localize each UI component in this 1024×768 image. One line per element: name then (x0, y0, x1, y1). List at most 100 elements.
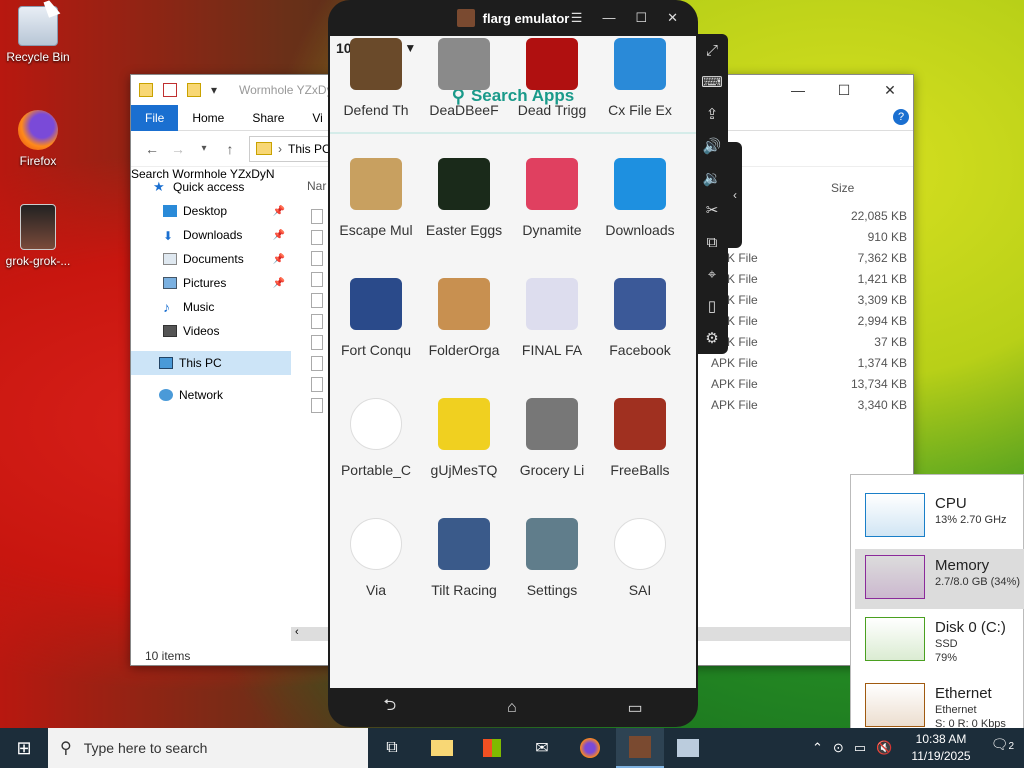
tab-home[interactable]: Home (178, 105, 238, 131)
new-folder-icon[interactable] (187, 83, 201, 97)
network-icon[interactable]: ▭ (854, 740, 866, 756)
table-row[interactable]: APK File 7,362 KB (711, 251, 907, 272)
meet-icon[interactable]: ⊙ (833, 740, 844, 756)
forward-button[interactable]: → (165, 141, 191, 157)
emulator-window[interactable]: flarg emulator ☰ — ☐ ✕ 10:37 ▮ ◢ ▼ ⚲ Sea… (328, 0, 698, 727)
properties-icon[interactable] (163, 83, 177, 97)
app-icon-gujmestq[interactable]: gUjMesTQ (420, 398, 508, 478)
nav-videos[interactable]: Videos (131, 319, 291, 343)
mail-taskbar-icon[interactable]: ✉ (518, 728, 566, 768)
table-row[interactable]: APK File 3,309 KB (711, 293, 907, 314)
location-icon[interactable]: ⌖ (696, 258, 728, 290)
shake-icon[interactable]: ▯ (696, 290, 728, 322)
table-row[interactable]: APK File 3,340 KB (711, 398, 907, 419)
perf-item-disk[interactable]: Disk 0 (C:) SSD 79% (855, 611, 1024, 671)
back-button[interactable]: ← (139, 141, 165, 157)
pin-icon[interactable]: 📌 (273, 278, 285, 289)
app-icon-deadbeef[interactable]: DeaDBeeF (420, 38, 508, 118)
task-view-icon[interactable]: ⧉ (368, 728, 416, 768)
file-explorer-taskbar-icon[interactable] (418, 728, 466, 768)
multi-instance-icon[interactable]: ⧉ (696, 226, 728, 258)
nav-this-pc[interactable]: This PC (131, 351, 291, 375)
taskbar-search-box[interactable]: ⚲ Type here to search (48, 728, 368, 768)
table-row[interactable]: APK File 1,374 KB (711, 356, 907, 377)
maximize-button[interactable]: ☐ (821, 75, 867, 105)
minimize-button[interactable]: — (775, 75, 821, 105)
qat-dropdown-icon[interactable]: ▾ (211, 83, 217, 97)
android-screen[interactable]: 10:37 ▮ ◢ ▼ ⚲ Search Apps Defend ThDeaDB… (330, 36, 696, 688)
fullscreen-icon[interactable]: ⤢ (696, 34, 728, 66)
up-button[interactable]: ↑ (217, 141, 243, 157)
nav-pictures[interactable]: Pictures 📌 (131, 271, 291, 295)
desktop-icon-recycle-bin[interactable]: Recycle Bin (0, 6, 76, 64)
app-icon-settings[interactable]: Settings (508, 518, 596, 598)
app-icon-via[interactable]: Via (332, 518, 420, 598)
table-row[interactable]: APK File 37 KB (711, 335, 907, 356)
column-header-name[interactable]: Nar (307, 179, 326, 193)
tab-file[interactable]: File (131, 104, 179, 131)
nav-network[interactable]: Network (131, 383, 291, 407)
pin-icon[interactable]: 📌 (273, 230, 285, 241)
install-apk-icon[interactable]: ⇪ (696, 98, 728, 130)
app-icon-escape-mul[interactable]: Escape Mul (332, 158, 420, 238)
maximize-button[interactable]: ☐ (635, 10, 647, 26)
app-icon-sai[interactable]: SAI (596, 518, 684, 598)
back-nav-icon[interactable]: ⮌ (383, 694, 396, 721)
perf-item-cpu[interactable]: CPU 13% 2.70 GHz (855, 487, 1024, 547)
minimize-button[interactable]: — (602, 10, 615, 26)
tab-share[interactable]: Share (238, 105, 298, 131)
help-icon[interactable]: ? (893, 109, 909, 125)
app-icon-defend-th[interactable]: Defend Th (332, 38, 420, 118)
column-header-size[interactable]: Size (831, 181, 854, 195)
taskbar-clock[interactable]: 10:38 AM 11/19/2025 (906, 731, 976, 765)
app-icon-portable-c[interactable]: Portable_C (332, 398, 420, 478)
app-icon-cx-file-ex[interactable]: Cx File Ex (596, 38, 684, 118)
volume-down-icon[interactable]: 🔉 (696, 162, 728, 194)
perf-item-memory[interactable]: Memory 2.7/8.0 GB (34%) (855, 549, 1024, 609)
table-row[interactable]: APK File 13,734 KB (711, 377, 907, 398)
nav-documents[interactable]: Documents 📌 (131, 247, 291, 271)
menu-icon[interactable]: ☰ (571, 10, 583, 26)
close-button[interactable]: ✕ (667, 10, 678, 26)
scroll-left-icon[interactable]: ‹ (295, 626, 299, 638)
app-icon-final-fa[interactable]: FINAL FA (508, 278, 596, 358)
app-taskbar-icon[interactable] (664, 728, 712, 768)
app-icon-dynamite[interactable]: Dynamite (508, 158, 596, 238)
start-button[interactable]: ⊞ (0, 728, 48, 768)
volume-muted-icon[interactable]: 🔇 (876, 740, 892, 756)
app-icon-easter-eggs[interactable]: Easter Eggs (420, 158, 508, 238)
store-taskbar-icon[interactable] (468, 728, 516, 768)
app-icon-dead-trigg[interactable]: Dead Trigg (508, 38, 596, 118)
collapse-toolbar-button[interactable]: ‹ (728, 142, 742, 248)
emulator-taskbar-icon[interactable] (616, 728, 664, 768)
nav-quick-access[interactable]: ★ Quick access (131, 175, 291, 199)
firefox-taskbar-icon[interactable] (566, 728, 614, 768)
keyboard-icon[interactable]: ⌨ (696, 66, 728, 98)
nav-music[interactable]: ♪ Music (131, 295, 291, 319)
close-button[interactable]: ✕ (867, 75, 913, 105)
home-nav-icon[interactable]: ⌂ (507, 699, 517, 717)
app-icon-freeballs[interactable]: FreeBalls (596, 398, 684, 478)
app-icon-tilt-racing[interactable]: Tilt Racing (420, 518, 508, 598)
nav-desktop[interactable]: Desktop 📌 (131, 199, 291, 223)
chevron-up-icon[interactable]: ⌃ (812, 740, 823, 756)
screenshot-icon[interactable]: ✂ (696, 194, 728, 226)
app-icon-grocery-li[interactable]: Grocery Li (508, 398, 596, 478)
table-row[interactable]: APK File 1,421 KB (711, 272, 907, 293)
settings-icon[interactable]: ⚙ (696, 322, 728, 354)
pin-icon[interactable]: 📌 (273, 206, 285, 217)
volume-up-icon[interactable]: 🔊 (696, 130, 728, 162)
pin-icon[interactable]: 📌 (273, 254, 285, 265)
recent-locations-button[interactable]: ▾ (191, 143, 217, 154)
recents-nav-icon[interactable]: ▭ (627, 698, 642, 718)
app-icon-facebook[interactable]: Facebook (596, 278, 684, 358)
table-row[interactable]: APK File 2,994 KB (711, 314, 907, 335)
app-icon-downloads[interactable]: Downloads (596, 158, 684, 238)
notification-center-button[interactable]: 🗨2 (991, 736, 1014, 753)
breadcrumb[interactable]: This PC (288, 142, 331, 156)
desktop-icon-firefox[interactable]: Firefox (0, 110, 76, 168)
desktop-icon-grok[interactable]: grok-grok-... (0, 204, 76, 268)
app-icon-folderorga[interactable]: FolderOrga (420, 278, 508, 358)
app-icon-fort-conqu[interactable]: Fort Conqu (332, 278, 420, 358)
nav-downloads[interactable]: ⬇ Downloads 📌 (131, 223, 291, 247)
